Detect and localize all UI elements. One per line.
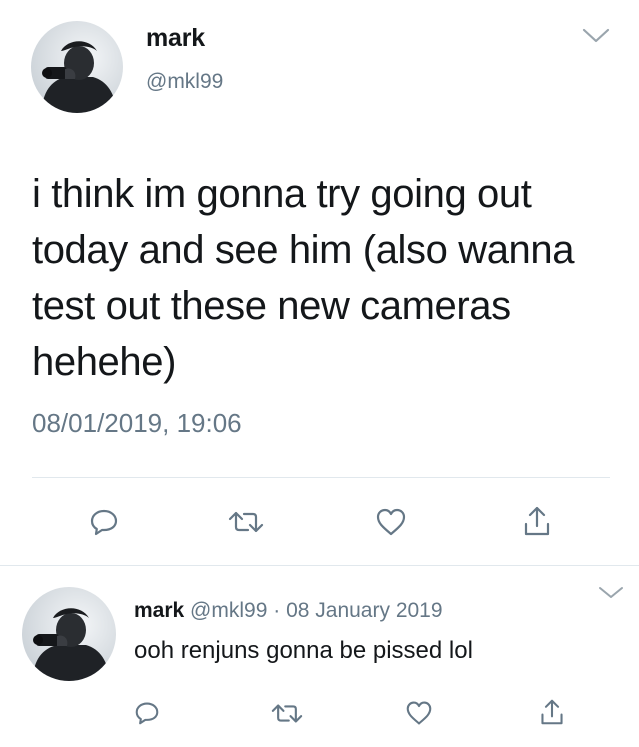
reply-text: ooh renjuns gonna be pissed lol <box>134 637 473 664</box>
reply-icon <box>135 702 159 725</box>
avatar[interactable] <box>31 21 123 113</box>
meta-separator: · <box>273 599 281 622</box>
retweet-icon <box>271 703 303 723</box>
share-button[interactable] <box>516 500 558 542</box>
reply-date[interactable]: 08 January 2019 <box>286 599 442 622</box>
reply-author-handle[interactable]: @mkl99 <box>190 599 267 622</box>
author-handle[interactable]: @mkl99 <box>146 70 223 94</box>
tweet-timestamp[interactable]: 08/01/2019, 19:06 <box>32 408 242 439</box>
like-button[interactable] <box>401 696 437 730</box>
avatar[interactable] <box>22 587 116 681</box>
avatar-photo <box>31 21 123 113</box>
retweet-icon <box>228 511 264 533</box>
reply-meta: mark @mkl99 · 08 January 2019 <box>134 599 443 623</box>
reply-icon <box>90 509 118 536</box>
reply-button[interactable] <box>130 696 164 730</box>
author-name[interactable]: mark <box>146 24 205 53</box>
share-button[interactable] <box>534 694 570 730</box>
divider <box>0 565 639 566</box>
tweet-options-chevron-icon[interactable] <box>582 27 610 45</box>
divider <box>32 477 610 478</box>
share-icon <box>524 506 550 536</box>
tweet-text: i think im gonna try going out today and… <box>32 172 575 384</box>
reply-options-chevron-icon[interactable] <box>598 585 624 601</box>
like-button[interactable] <box>370 502 412 542</box>
like-icon <box>406 701 432 725</box>
retweet-button[interactable] <box>268 696 306 730</box>
share-icon <box>541 699 563 725</box>
retweet-button[interactable] <box>224 502 268 542</box>
reply-author-name[interactable]: mark <box>134 599 184 622</box>
reply-button[interactable] <box>84 502 124 542</box>
avatar-photo <box>22 587 116 681</box>
like-icon <box>376 508 406 536</box>
